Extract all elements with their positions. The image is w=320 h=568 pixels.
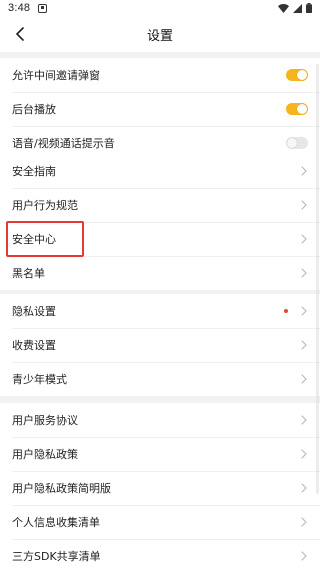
toggle-knob [287,138,297,148]
row-label: 用户服务协议 [12,414,78,427]
chevron-right-icon [300,267,308,279]
chevron-right-icon [300,305,308,317]
row-privacy-policy[interactable]: 用户隐私政策 [0,437,320,471]
row-teen-mode[interactable]: 青少年模式 [0,362,320,396]
status-icons [278,3,312,13]
back-arrow-icon [16,27,24,41]
chevron-right-icon [300,339,308,351]
row-label: 三方SDK共享清单 [12,550,101,563]
chevron-right-icon [300,165,308,177]
row-label: 安全指南 [12,165,56,178]
row-charge-settings[interactable]: 收费设置 [0,328,320,362]
chevron-right-icon [300,199,308,211]
privacy-section: 隐私设置 收费设置 青少年模式 [0,294,320,396]
row-privacy-policy-brief[interactable]: 用户隐私政策简明版 [0,471,320,505]
row-label: 隐私设置 [12,305,56,318]
row-privacy-settings[interactable]: 隐私设置 [0,294,320,328]
row-service-agreement[interactable]: 用户服务协议 [0,403,320,437]
header: 设置 [0,16,320,52]
row-safety-center[interactable]: 安全中心 [0,222,320,256]
settings-screen: 3:48 设置 允许中间邀请弹窗 后台播放 语音/视频通话提示音 安全指南 用户… [0,0,320,568]
call-sound-toggle[interactable] [286,137,308,149]
chevron-right-icon [300,550,308,562]
row-label: 青少年模式 [12,373,67,386]
scrollbar[interactable] [316,64,319,494]
row-label: 语音/视频通话提示音 [12,137,115,150]
chevron-right-icon [300,448,308,460]
row-label: 允许中间邀请弹窗 [12,69,100,82]
agreements-section: 用户服务协议 用户隐私政策 用户隐私政策简明版 个人信息收集清单 三方SDK共享… [0,403,320,568]
status-time: 3:48 [8,2,31,14]
chevron-right-icon [300,233,308,245]
notification-icon [38,3,48,13]
row-info-collection-list[interactable]: 个人信息收集清单 [0,505,320,539]
toggle-knob [297,70,307,80]
row-blacklist[interactable]: 黑名单 [0,256,320,290]
row-safety-guide[interactable]: 安全指南 [0,154,320,188]
row-conduct-rules[interactable]: 用户行为规范 [0,188,320,222]
row-label: 黑名单 [12,267,45,280]
background-play-toggle[interactable] [286,103,308,115]
row-label: 后台播放 [12,103,56,116]
wifi-icon [278,3,289,13]
row-sdk-sharing-list[interactable]: 三方SDK共享清单 [0,539,320,568]
unread-dot [284,309,288,313]
safety-section: 安全指南 用户行为规范 安全中心 黑名单 [0,154,320,290]
toggle-section: 允许中间邀请弹窗 后台播放 语音/视频通话提示音 [0,58,320,160]
battery-icon [306,3,312,13]
chevron-right-icon [300,516,308,528]
chevron-right-icon [300,482,308,494]
row-invite-popup[interactable]: 允许中间邀请弹窗 [0,58,320,92]
signal-icon [293,3,302,13]
toggle-knob [297,104,307,114]
invite-popup-toggle[interactable] [286,69,308,81]
back-button[interactable] [8,22,32,46]
row-label: 用户行为规范 [12,199,78,212]
row-background-play[interactable]: 后台播放 [0,92,320,126]
row-label: 收费设置 [12,339,56,352]
row-label: 个人信息收集清单 [12,516,100,529]
page-title: 设置 [146,28,173,44]
chevron-right-icon [300,414,308,426]
row-label: 用户隐私政策简明版 [12,482,111,495]
status-bar: 3:48 [0,0,320,16]
chevron-right-icon [300,373,308,385]
row-label: 用户隐私政策 [12,448,78,461]
row-label: 安全中心 [12,233,56,246]
